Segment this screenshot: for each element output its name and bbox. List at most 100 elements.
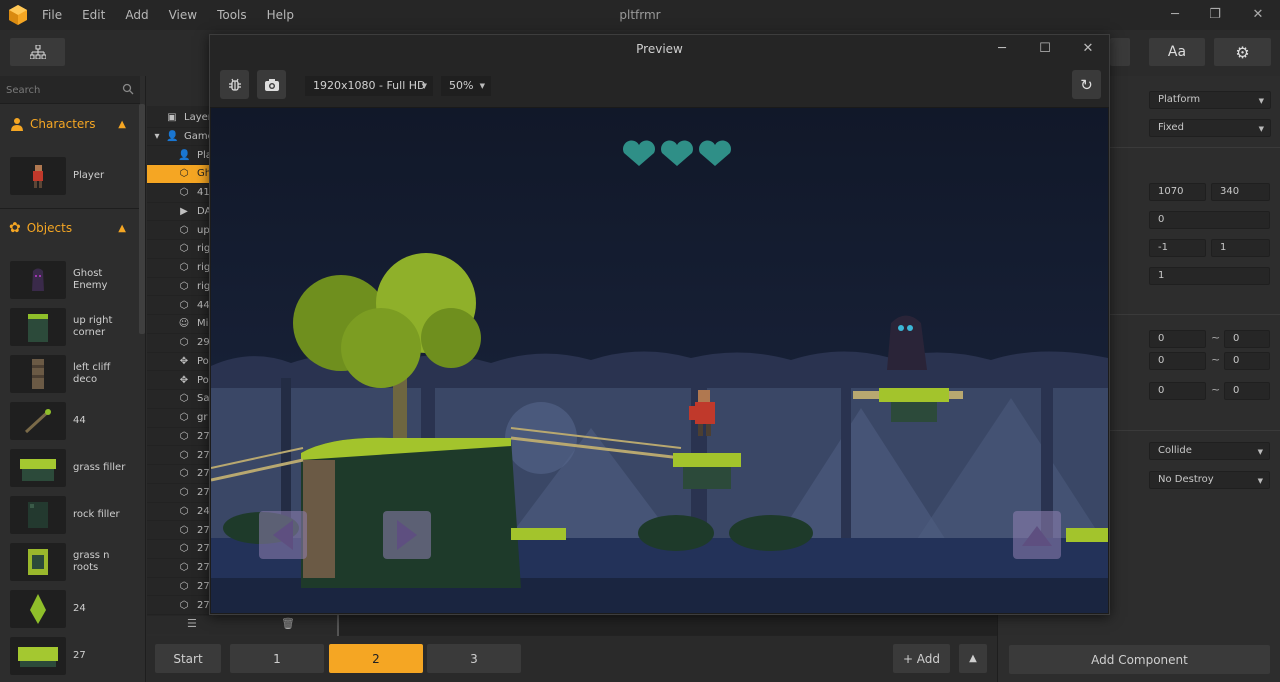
layer-row[interactable]: ⬡ 27 xyxy=(147,540,212,559)
person-icon xyxy=(11,118,23,131)
collapse-button[interactable]: ▲ xyxy=(959,644,987,673)
object-item-ghost-enemy[interactable]: Ghost Enemy xyxy=(10,261,140,299)
layer-row[interactable]: ⬡ gr xyxy=(147,409,212,428)
position-x-input[interactable]: 1070 xyxy=(1149,183,1206,201)
layer-row[interactable]: ⬡ rig xyxy=(147,259,212,278)
game-icon: 👤 xyxy=(166,130,179,142)
object-item-grass-n-roots[interactable]: grass n roots xyxy=(10,543,140,581)
range1-max-input[interactable]: 0 xyxy=(1224,330,1270,348)
character-item-player[interactable]: Player xyxy=(10,157,140,195)
reload-button[interactable]: ↻ xyxy=(1072,70,1101,99)
preview-minimize-icon[interactable]: ─ xyxy=(992,39,1012,59)
layer-row[interactable]: ⬡ 41 xyxy=(147,184,212,203)
timeline-strip[interactable] xyxy=(337,612,997,636)
layer-row[interactable]: ⬡ rig xyxy=(147,240,212,259)
scene-1-button[interactable]: 1 xyxy=(230,644,324,673)
menu-tools[interactable]: Tools xyxy=(217,8,247,22)
menu-help[interactable]: Help xyxy=(267,8,294,22)
close-icon[interactable]: ✕ xyxy=(1248,5,1268,25)
minimize-icon[interactable]: ─ xyxy=(1165,5,1185,25)
hex-icon: ⬡ xyxy=(179,393,189,405)
range1-min-input[interactable]: 0 xyxy=(1149,330,1206,348)
scene-2-button[interactable]: 2 xyxy=(329,644,423,673)
trash-icon[interactable]: 🗑 xyxy=(281,617,295,630)
layers-menu-icon[interactable]: ☰ xyxy=(187,617,197,630)
start-button[interactable]: Start xyxy=(155,644,221,673)
menu-add[interactable]: Add xyxy=(125,8,148,22)
layer-row[interactable]: ⬡ 27 xyxy=(147,522,212,541)
zoom-select[interactable]: 50% xyxy=(441,76,491,96)
layer-row[interactable]: ⬡ 44 xyxy=(147,297,212,316)
toolbar-hidden-button[interactable] xyxy=(1110,38,1130,66)
layer-row[interactable]: ⬡ 27 xyxy=(147,559,212,578)
opacity-input[interactable]: 1 xyxy=(1149,267,1270,285)
chevron-up-icon[interactable]: ▲ xyxy=(118,223,126,234)
mode-select[interactable]: Fixed xyxy=(1149,119,1271,137)
search-icon[interactable] xyxy=(122,83,134,95)
layer-row[interactable]: ✥ Po xyxy=(147,353,212,372)
object-item-44[interactable]: 44 xyxy=(10,402,140,440)
range2-min-input[interactable]: 0 xyxy=(1149,352,1206,370)
hierarchy-button[interactable] xyxy=(10,38,65,66)
destroy-select[interactable]: No Destroy xyxy=(1149,471,1270,489)
maximize-icon[interactable]: ❐ xyxy=(1205,5,1225,25)
menu-file[interactable]: File xyxy=(42,8,62,22)
screenshot-button[interactable] xyxy=(257,70,286,99)
chevron-up-icon[interactable]: ▲ xyxy=(118,119,126,130)
layer-row[interactable]: ⬡ Gh xyxy=(147,165,212,184)
preview-title-bar[interactable]: Preview ─ ☐ ✕ xyxy=(210,35,1109,63)
layer-row[interactable]: ⬡ Sa xyxy=(147,390,212,409)
layer-row[interactable]: ☺ Mi xyxy=(147,315,212,334)
object-item-up-right-corner[interactable]: up right corner xyxy=(10,308,140,346)
characters-section-header[interactable]: Characters ▲ xyxy=(0,106,140,142)
range2-max-input[interactable]: 0 xyxy=(1224,352,1270,370)
range3-min-input[interactable]: 0 xyxy=(1149,382,1206,400)
collision-select[interactable]: Collide xyxy=(1149,442,1270,460)
preview-close-icon[interactable]: ✕ xyxy=(1078,39,1098,59)
menu-edit[interactable]: Edit xyxy=(82,8,105,22)
object-item-grass-filler[interactable]: grass filler xyxy=(10,449,140,487)
layer-row[interactable]: ▾ 👤 Game xyxy=(147,128,212,147)
range3-max-input[interactable]: 0 xyxy=(1224,382,1270,400)
layer-row[interactable]: 👤 Pla xyxy=(147,147,212,166)
smile-icon: ☺ xyxy=(178,318,190,330)
scale-y-input[interactable]: 1 xyxy=(1211,239,1270,257)
rotation-input[interactable]: 0 xyxy=(1149,211,1270,229)
menu-view[interactable]: View xyxy=(169,8,197,22)
add-scene-button[interactable]: + Add xyxy=(893,644,950,673)
layer-row[interactable]: ⬡ 27 xyxy=(147,465,212,484)
layer-row[interactable]: ⬡ 27 xyxy=(147,597,212,616)
game-canvas[interactable] xyxy=(211,108,1108,613)
search-input[interactable] xyxy=(6,82,116,98)
layer-row[interactable]: ▶ DA xyxy=(147,203,212,222)
object-item-left-cliff-deco[interactable]: left cliff deco xyxy=(10,355,140,393)
hex-icon: ⬡ xyxy=(179,599,189,611)
layer-row[interactable]: ⬡ rig xyxy=(147,278,212,297)
layer-row[interactable]: ⬡ 29 xyxy=(147,334,212,353)
layer-row[interactable]: ⬡ 24 xyxy=(147,503,212,522)
layer-row[interactable]: ⬡ 27 xyxy=(147,484,212,503)
object-item-rock-filler[interactable]: rock filler xyxy=(10,496,140,534)
layer-row[interactable]: ▣ Layer xyxy=(147,109,212,128)
font-button[interactable]: Aa xyxy=(1149,38,1205,66)
layer-row[interactable]: ⬡ up xyxy=(147,222,212,241)
hex-icon: ⬡ xyxy=(179,524,189,536)
layer-row[interactable]: ✥ Po xyxy=(147,372,212,391)
objects-section-header[interactable]: ✿ Objects ▲ xyxy=(0,210,140,246)
layer-row[interactable]: ⬡ 27 xyxy=(147,428,212,447)
scale-x-input[interactable]: -1 xyxy=(1149,239,1206,257)
layer-row[interactable]: ⬡ 27 xyxy=(147,578,212,597)
object-item-24[interactable]: 24 xyxy=(10,590,140,628)
type-select[interactable]: Platform xyxy=(1149,91,1271,109)
preview-maximize-icon[interactable]: ☐ xyxy=(1035,39,1055,59)
chevron-down-icon[interactable]: ▾ xyxy=(151,128,163,146)
layer-row[interactable]: ⬡ 27 xyxy=(147,447,212,466)
scene-3-button[interactable]: 3 xyxy=(427,644,521,673)
add-component-button[interactable]: Add Component xyxy=(1009,645,1270,674)
debug-button[interactable] xyxy=(220,70,249,99)
position-y-input[interactable]: 340 xyxy=(1211,183,1270,201)
object-item-27[interactable]: 27 xyxy=(10,637,140,675)
resolution-select[interactable]: 1920x1080 - Full HD xyxy=(305,76,433,96)
settings-button[interactable]: ⚙ xyxy=(1214,38,1271,66)
assets-scrollbar[interactable] xyxy=(139,104,145,334)
